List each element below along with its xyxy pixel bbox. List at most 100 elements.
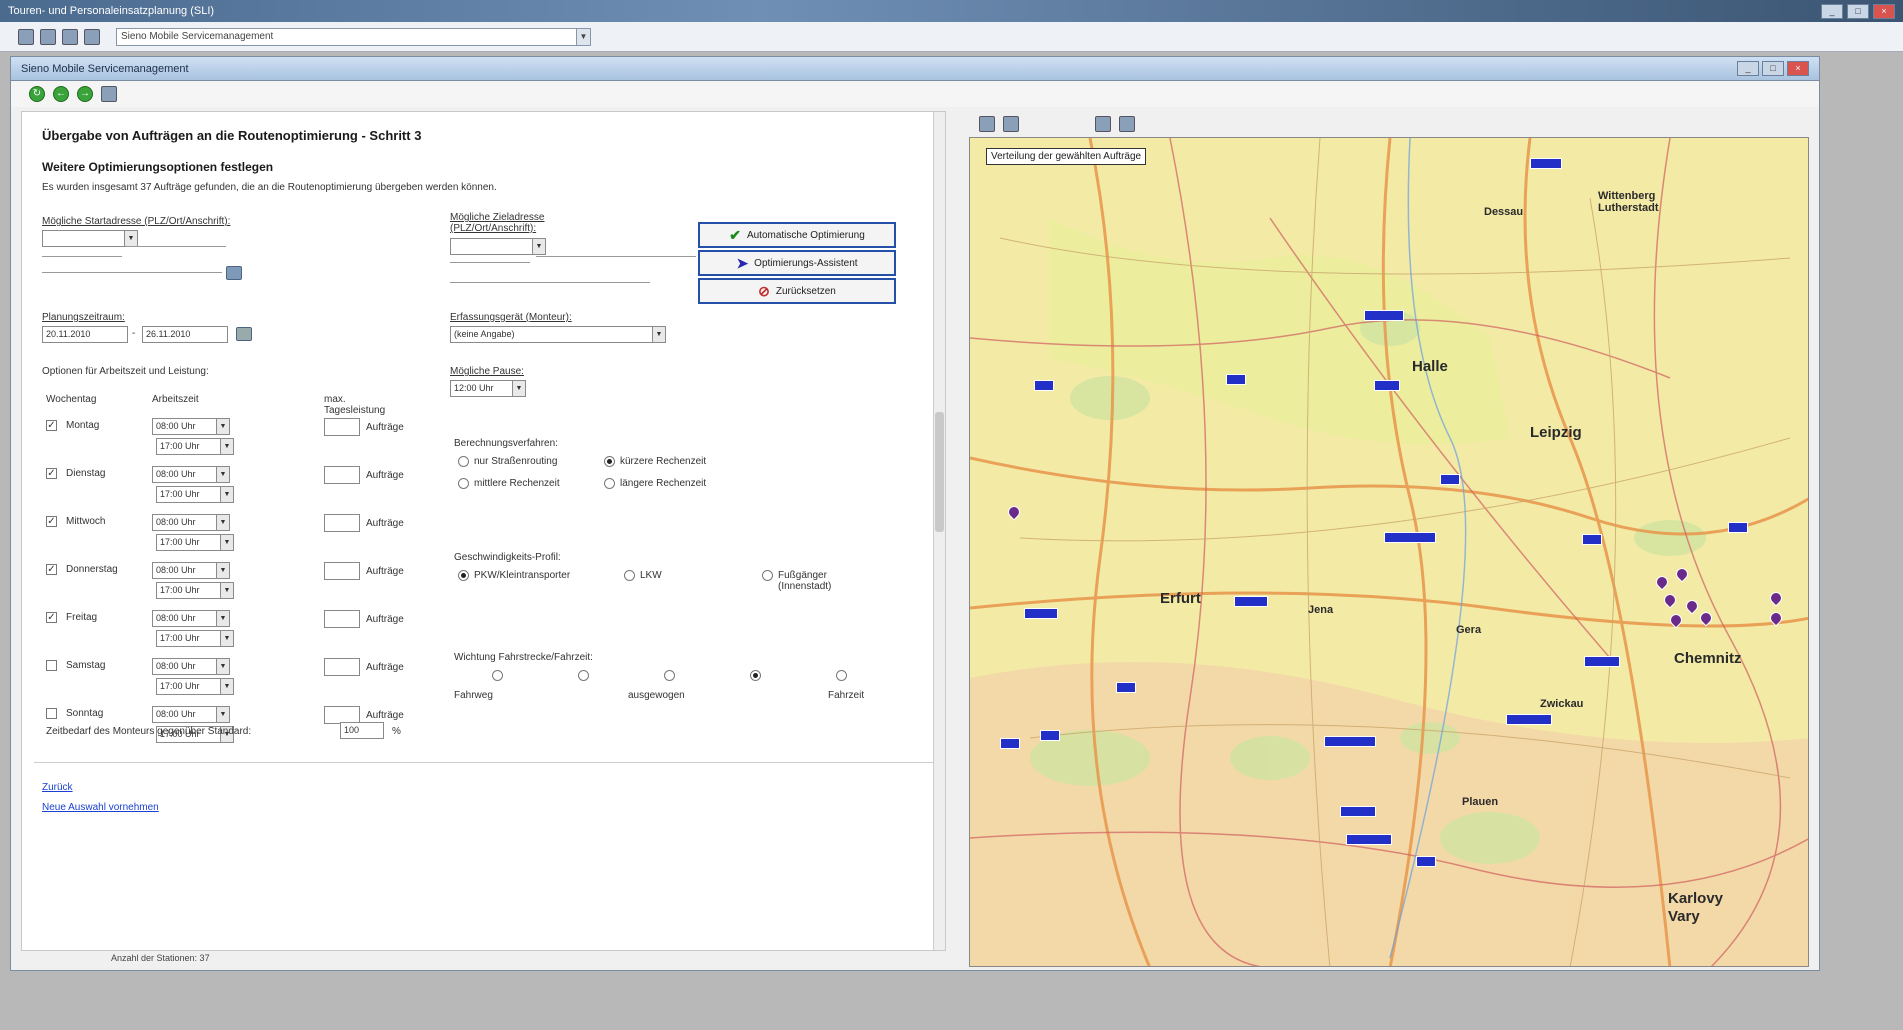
date-to-field[interactable]: 26.11.2010	[142, 326, 228, 343]
road-badge	[1384, 532, 1436, 543]
road-badge	[1116, 682, 1136, 693]
day-max-field[interactable]	[324, 658, 360, 676]
route-map[interactable]: Verteilung der gewählten Aufträge Halle …	[969, 137, 1809, 967]
module-select[interactable]: Sieno Mobile Servicemanagement ▼	[116, 27, 591, 46]
day-checkbox[interactable]: ✓	[46, 612, 57, 623]
day-start-value: 08:00 Uhr	[156, 709, 196, 719]
day-max-field[interactable]	[324, 466, 360, 484]
speed-radio-car[interactable]	[458, 570, 469, 581]
weight-radio-1[interactable]	[492, 670, 503, 681]
vehicle-select[interactable]: (keine Angabe) ▼	[450, 326, 666, 343]
mount-field[interactable]: 100	[340, 722, 384, 739]
chevron-down-icon: ▼	[652, 327, 665, 342]
weight-radio-4[interactable]	[750, 670, 761, 681]
minimize-button[interactable]: _	[1821, 3, 1843, 19]
day-max-field[interactable]	[324, 514, 360, 532]
start-plz-select[interactable]: ▼	[42, 230, 138, 247]
day-start-select[interactable]: 08:00 Uhr ▼	[152, 466, 230, 483]
road-badge	[1234, 596, 1268, 607]
day-end-select[interactable]: 17:00 Uhr ▼	[156, 582, 234, 599]
reset-button[interactable]: ⊘ Zurücksetzen	[698, 278, 896, 304]
back-icon[interactable]	[40, 28, 56, 45]
day-max-field[interactable]	[324, 418, 360, 436]
day-max-field[interactable]	[324, 610, 360, 628]
date-separator: -	[132, 328, 136, 339]
chevron-down-icon: ▼	[216, 659, 229, 674]
day-checkbox[interactable]: ✓	[46, 420, 57, 431]
day-start-select[interactable]: 08:00 Uhr ▼	[152, 658, 230, 675]
search-icon[interactable]	[226, 266, 242, 280]
auto-optimize-button[interactable]: ✔ Automatische Optimierung	[698, 222, 896, 248]
day-end-select[interactable]: 17:00 Uhr ▼	[156, 438, 234, 455]
day-end-select[interactable]: 17:00 Uhr ▼	[156, 630, 234, 647]
app-icon[interactable]	[18, 28, 34, 45]
inner-maximize-button[interactable]: □	[1762, 61, 1784, 76]
day-checkbox[interactable]: ✓	[46, 516, 57, 527]
day-end-select[interactable]: 17:00 Uhr ▼	[156, 534, 234, 551]
city-label: Leipzig	[1530, 424, 1582, 441]
calc-radio-long[interactable]	[604, 478, 615, 489]
vehicle-label: Erfassungsgerät (Monteur):	[450, 312, 572, 323]
calendar-icon[interactable]	[236, 327, 252, 341]
day-end-select[interactable]: 17:00 Uhr ▼	[156, 486, 234, 503]
mount-unit: %	[392, 726, 401, 737]
day-checkbox[interactable]	[46, 660, 57, 671]
day-checkbox[interactable]: ✓	[46, 468, 57, 479]
intro-text: Es wurden insgesamt 37 Aufträge gefunden…	[42, 182, 497, 193]
mount-label: Zeitbedarf des Monteurs gegenüber Standa…	[46, 726, 252, 737]
zoom-in-icon[interactable]	[979, 116, 995, 132]
maximize-button[interactable]: □	[1847, 3, 1869, 19]
forward-icon[interactable]: →	[77, 86, 93, 102]
zoom-out-icon[interactable]	[1003, 116, 1019, 132]
new-selection-link[interactable]: Neue Auswahl vornehmen	[42, 802, 159, 813]
day-name: Freitag	[66, 612, 98, 623]
document-icon[interactable]	[101, 86, 117, 102]
reset-icon: ⊘	[758, 282, 770, 299]
chevron-down-icon: ▼	[216, 419, 229, 434]
day-end-select[interactable]: 17:00 Uhr ▼	[156, 678, 234, 695]
vertical-scrollbar[interactable]	[933, 112, 945, 950]
day-max-field[interactable]	[324, 562, 360, 580]
export-icon[interactable]	[1119, 116, 1135, 132]
print-icon[interactable]	[62, 28, 78, 45]
speed-radio-walk[interactable]	[762, 570, 773, 581]
calc-radio-medium[interactable]	[458, 478, 469, 489]
calc-radio-short[interactable]	[604, 456, 615, 467]
back-link[interactable]: Zurück	[42, 782, 73, 793]
arrow-icon: ➤	[736, 254, 749, 271]
orders-suffix: Aufträge	[366, 566, 404, 577]
day-start-select[interactable]: 08:00 Uhr ▼	[152, 418, 230, 435]
calc-label: Berechnungsverfahren:	[454, 438, 558, 449]
speed-radio-truck[interactable]	[624, 570, 635, 581]
day-name: Montag	[66, 420, 100, 431]
road-badge	[1024, 608, 1058, 619]
day-start-select[interactable]: 08:00 Uhr ▼	[152, 514, 230, 531]
inner-close-button[interactable]: ×	[1787, 61, 1809, 76]
end-plz-select[interactable]: ▼	[450, 238, 546, 255]
map-title: Verteilung der gewählten Aufträge	[986, 148, 1147, 165]
city-label: Karlovy Vary	[1668, 890, 1724, 925]
day-checkbox[interactable]: ✓	[46, 564, 57, 575]
weight-radio-3[interactable]	[664, 670, 675, 681]
assistant-button[interactable]: ➤ Optimierungs-Assistent	[698, 250, 896, 276]
day-checkbox[interactable]	[46, 708, 57, 719]
close-button[interactable]: ×	[1873, 3, 1895, 19]
back-icon[interactable]: ←	[53, 86, 69, 102]
inner-minimize-button[interactable]: _	[1737, 61, 1759, 76]
road-badge	[1530, 158, 1562, 169]
calc-radio-routing[interactable]	[458, 456, 469, 467]
help-icon[interactable]	[84, 28, 100, 45]
pause-select[interactable]: 12:00 Uhr ▼	[450, 380, 526, 397]
refresh-icon[interactable]: ↻	[29, 86, 45, 102]
date-from-field[interactable]: 20.11.2010	[42, 326, 128, 343]
reset-label: Zurücksetzen	[775, 285, 836, 297]
orders-suffix: Aufträge	[366, 470, 404, 481]
day-start-value: 08:00 Uhr	[156, 661, 196, 671]
day-start-value: 08:00 Uhr	[156, 613, 196, 623]
day-start-select[interactable]: 08:00 Uhr ▼	[152, 706, 230, 723]
day-start-select[interactable]: 08:00 Uhr ▼	[152, 610, 230, 627]
weight-radio-2[interactable]	[578, 670, 589, 681]
day-start-select[interactable]: 08:00 Uhr ▼	[152, 562, 230, 579]
print-icon[interactable]	[1095, 116, 1111, 132]
weight-radio-5[interactable]	[836, 670, 847, 681]
